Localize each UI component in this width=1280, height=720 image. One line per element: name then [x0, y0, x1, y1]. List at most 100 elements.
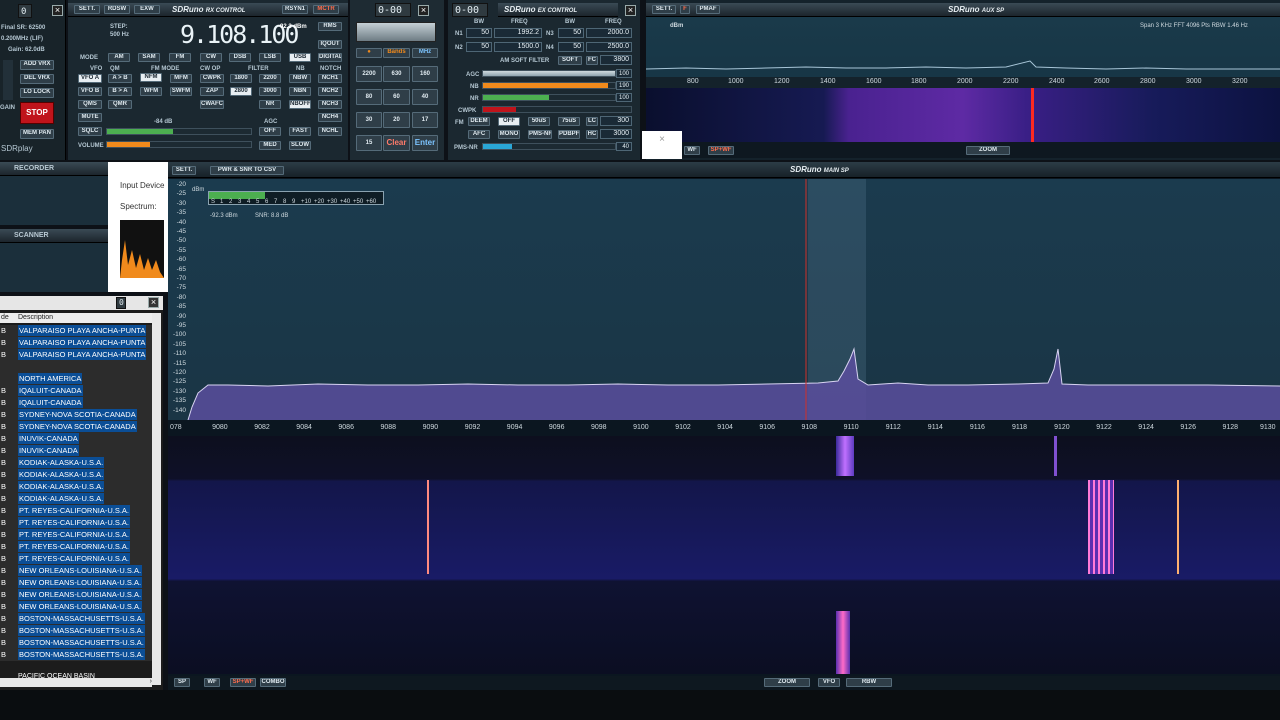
a-to-b-button[interactable]: A > B — [108, 74, 132, 83]
n1-bw[interactable]: 50 — [466, 28, 492, 38]
main-sett-button[interactable]: SETT. — [172, 166, 196, 175]
ex-close-icon[interactable]: × — [625, 5, 636, 16]
gain-slider[interactable] — [3, 60, 13, 100]
digital-button[interactable]: DIGITAL — [318, 53, 342, 62]
list-item[interactable] — [0, 361, 152, 373]
key-15[interactable]: 15 — [356, 135, 382, 151]
n3-freq[interactable]: 2000.0 — [586, 28, 632, 38]
nch4-button[interactable]: NCH4 — [318, 113, 342, 122]
mono-button[interactable]: MONO — [498, 130, 520, 139]
mode-fm[interactable]: FM — [169, 53, 191, 62]
exw-button[interactable]: EXW — [134, 5, 160, 14]
cwpk-slider[interactable] — [482, 106, 632, 113]
aux-f-button[interactable]: F — [680, 5, 690, 14]
lc-value[interactable]: 300 — [600, 116, 632, 126]
add-vrx-button[interactable]: ADD VRX — [20, 60, 54, 70]
nr-slider[interactable] — [482, 94, 616, 101]
mem-pan-button[interactable]: MEM PAN — [20, 129, 54, 139]
mfm-button[interactable]: MFM — [170, 74, 192, 83]
n2-bw[interactable]: 50 — [466, 42, 492, 52]
deem-75us-button[interactable]: 75uS — [558, 117, 580, 126]
nch3-button[interactable]: NCH3 — [318, 100, 342, 109]
mctr-button[interactable]: MCTR — [313, 5, 339, 14]
soft-button[interactable]: SOFT — [558, 56, 582, 65]
mode-am[interactable]: AM — [108, 53, 130, 62]
list-item[interactable]: B BOSTON-MASSACHUSETTS-U.S.A. — [0, 625, 152, 637]
fc-button[interactable]: FC — [586, 56, 598, 65]
aux-sett-button[interactable]: SETT. — [652, 5, 676, 14]
aux-waterfall[interactable] — [646, 88, 1280, 142]
list-item[interactable]: B NEW ORLEANS-LOUISIANA-U.S.A. — [0, 589, 152, 601]
pdbpf-button[interactable]: PDBPF — [558, 130, 580, 139]
list-item[interactable]: B KODIAK-ALASKA-U.S.A. — [0, 469, 152, 481]
wf-button[interactable]: WF — [204, 678, 220, 687]
key-40[interactable]: 40 — [412, 89, 438, 105]
mode-dsb[interactable]: DSB — [229, 53, 251, 62]
list-item[interactable]: B NEW ORLEANS-LOUISIANA-U.S.A. — [0, 601, 152, 613]
pms-nr-value[interactable]: 40 — [616, 142, 632, 151]
nr-button[interactable]: NR — [259, 100, 281, 109]
tuning-dial[interactable] — [356, 22, 436, 42]
list-item[interactable]: B VALPARAISO PLAYA ANCHA-PUNTA — [0, 349, 152, 361]
agc-off-button[interactable]: OFF — [259, 127, 281, 136]
nb-value[interactable]: 190 — [616, 81, 632, 90]
agc-slider[interactable] — [482, 70, 616, 77]
filter-2200[interactable]: 2200 — [259, 74, 281, 83]
list-item[interactable]: B BOSTON-MASSACHUSETTS-U.S.A. — [0, 637, 152, 649]
nch2-button[interactable]: NCH2 — [318, 87, 342, 96]
afc-button[interactable]: AFC — [468, 130, 490, 139]
b-to-a-button[interactable]: B > A — [108, 87, 132, 96]
main-title-bar[interactable]: SETT. PWR & SNR TO CSV SDRuno MAIN SP — [168, 162, 1280, 178]
lo-lock-button[interactable]: LO LOCK — [20, 88, 54, 98]
n4-freq[interactable]: 2500.0 — [586, 42, 632, 52]
list-item[interactable]: B PT. REYES-CALIFORNIA-U.S.A. — [0, 517, 152, 529]
list-item[interactable]: B BOSTON-MASSACHUSETTS-U.S.A. — [0, 649, 152, 661]
mode-lsb[interactable]: LSB — [259, 53, 281, 62]
rx-title-bar[interactable]: SETT. RDSW EXW SDRuno RX CONTROL RSYN1 M… — [68, 3, 348, 17]
rms-button[interactable]: RMS — [318, 22, 342, 31]
zap-button[interactable]: ZAP — [200, 87, 224, 96]
nchl-button[interactable]: NCHL — [318, 127, 342, 136]
filter-3000[interactable]: 3000 — [259, 87, 281, 96]
mhz-button[interactable]: MHz — [412, 48, 438, 58]
cwpk-button[interactable]: CWPK — [200, 74, 224, 83]
sp-button[interactable]: SP — [174, 678, 190, 687]
mute-button[interactable]: MUTE — [78, 113, 102, 122]
list-item[interactable]: B SYDNEY-NOVA SCOTIA-CANADA — [0, 421, 152, 433]
key-630[interactable]: 630 — [383, 66, 410, 82]
nr-value[interactable]: 100 — [616, 93, 632, 102]
zoom-button[interactable]: ZOOM — [764, 678, 810, 687]
key-80[interactable]: 80 — [356, 89, 382, 105]
agc-med-button[interactable]: MED — [259, 141, 281, 150]
spwf-button[interactable]: SP+WF — [230, 678, 256, 687]
key-60[interactable]: 60 — [383, 89, 410, 105]
key-2200[interactable]: 2200 — [356, 66, 382, 82]
mem-key[interactable]: ● — [356, 48, 382, 58]
col-mode[interactable]: de — [1, 313, 9, 323]
list-item[interactable]: B PT. REYES-CALIFORNIA-U.S.A. — [0, 553, 152, 565]
step-value[interactable]: 500 Hz — [110, 32, 129, 38]
vfo-button[interactable]: VFO — [818, 678, 840, 687]
main-spectrum[interactable]: -20 -25 -30 -35 -40 -45 -50 -55 -60 -65 -70 -75 -80-… — [168, 179, 1280, 420]
rdsw-button[interactable]: RDSW — [104, 5, 130, 14]
sqlc-button[interactable]: SQLC — [78, 127, 102, 136]
frequency-display[interactable]: 9.108.100 — [180, 20, 299, 50]
aux-spectrum[interactable]: dBm Span 3 KHz FFT 4096 Pts RBW 1.46 Hz — [646, 17, 1280, 77]
ex-title-bar[interactable]: SDRuno EX CONTROL — [498, 3, 618, 17]
vfo-b-button[interactable]: VFO B — [78, 87, 102, 96]
rbw-button[interactable]: RBW — [846, 678, 892, 687]
deem-button[interactable]: DEEM — [468, 117, 490, 126]
clear-button[interactable]: Clear — [383, 135, 410, 151]
agc-slow-button[interactable]: SLOW — [289, 141, 311, 150]
close-icon[interactable]: × — [52, 5, 63, 16]
combo-button[interactable]: COMBO — [260, 678, 286, 687]
deem-50us-button[interactable]: 50uS — [528, 117, 550, 126]
nch1-button[interactable]: NCH1 — [318, 74, 342, 83]
agc-fast-button[interactable]: FAST — [289, 127, 311, 136]
n2-freq[interactable]: 1500.0 — [494, 42, 542, 52]
qmr-button[interactable]: QMR — [108, 100, 132, 109]
key-20[interactable]: 20 — [383, 112, 410, 128]
key-160[interactable]: 160 — [412, 66, 438, 82]
nboff-button[interactable]: NBOFF — [289, 100, 311, 109]
key-30[interactable]: 30 — [356, 112, 382, 128]
